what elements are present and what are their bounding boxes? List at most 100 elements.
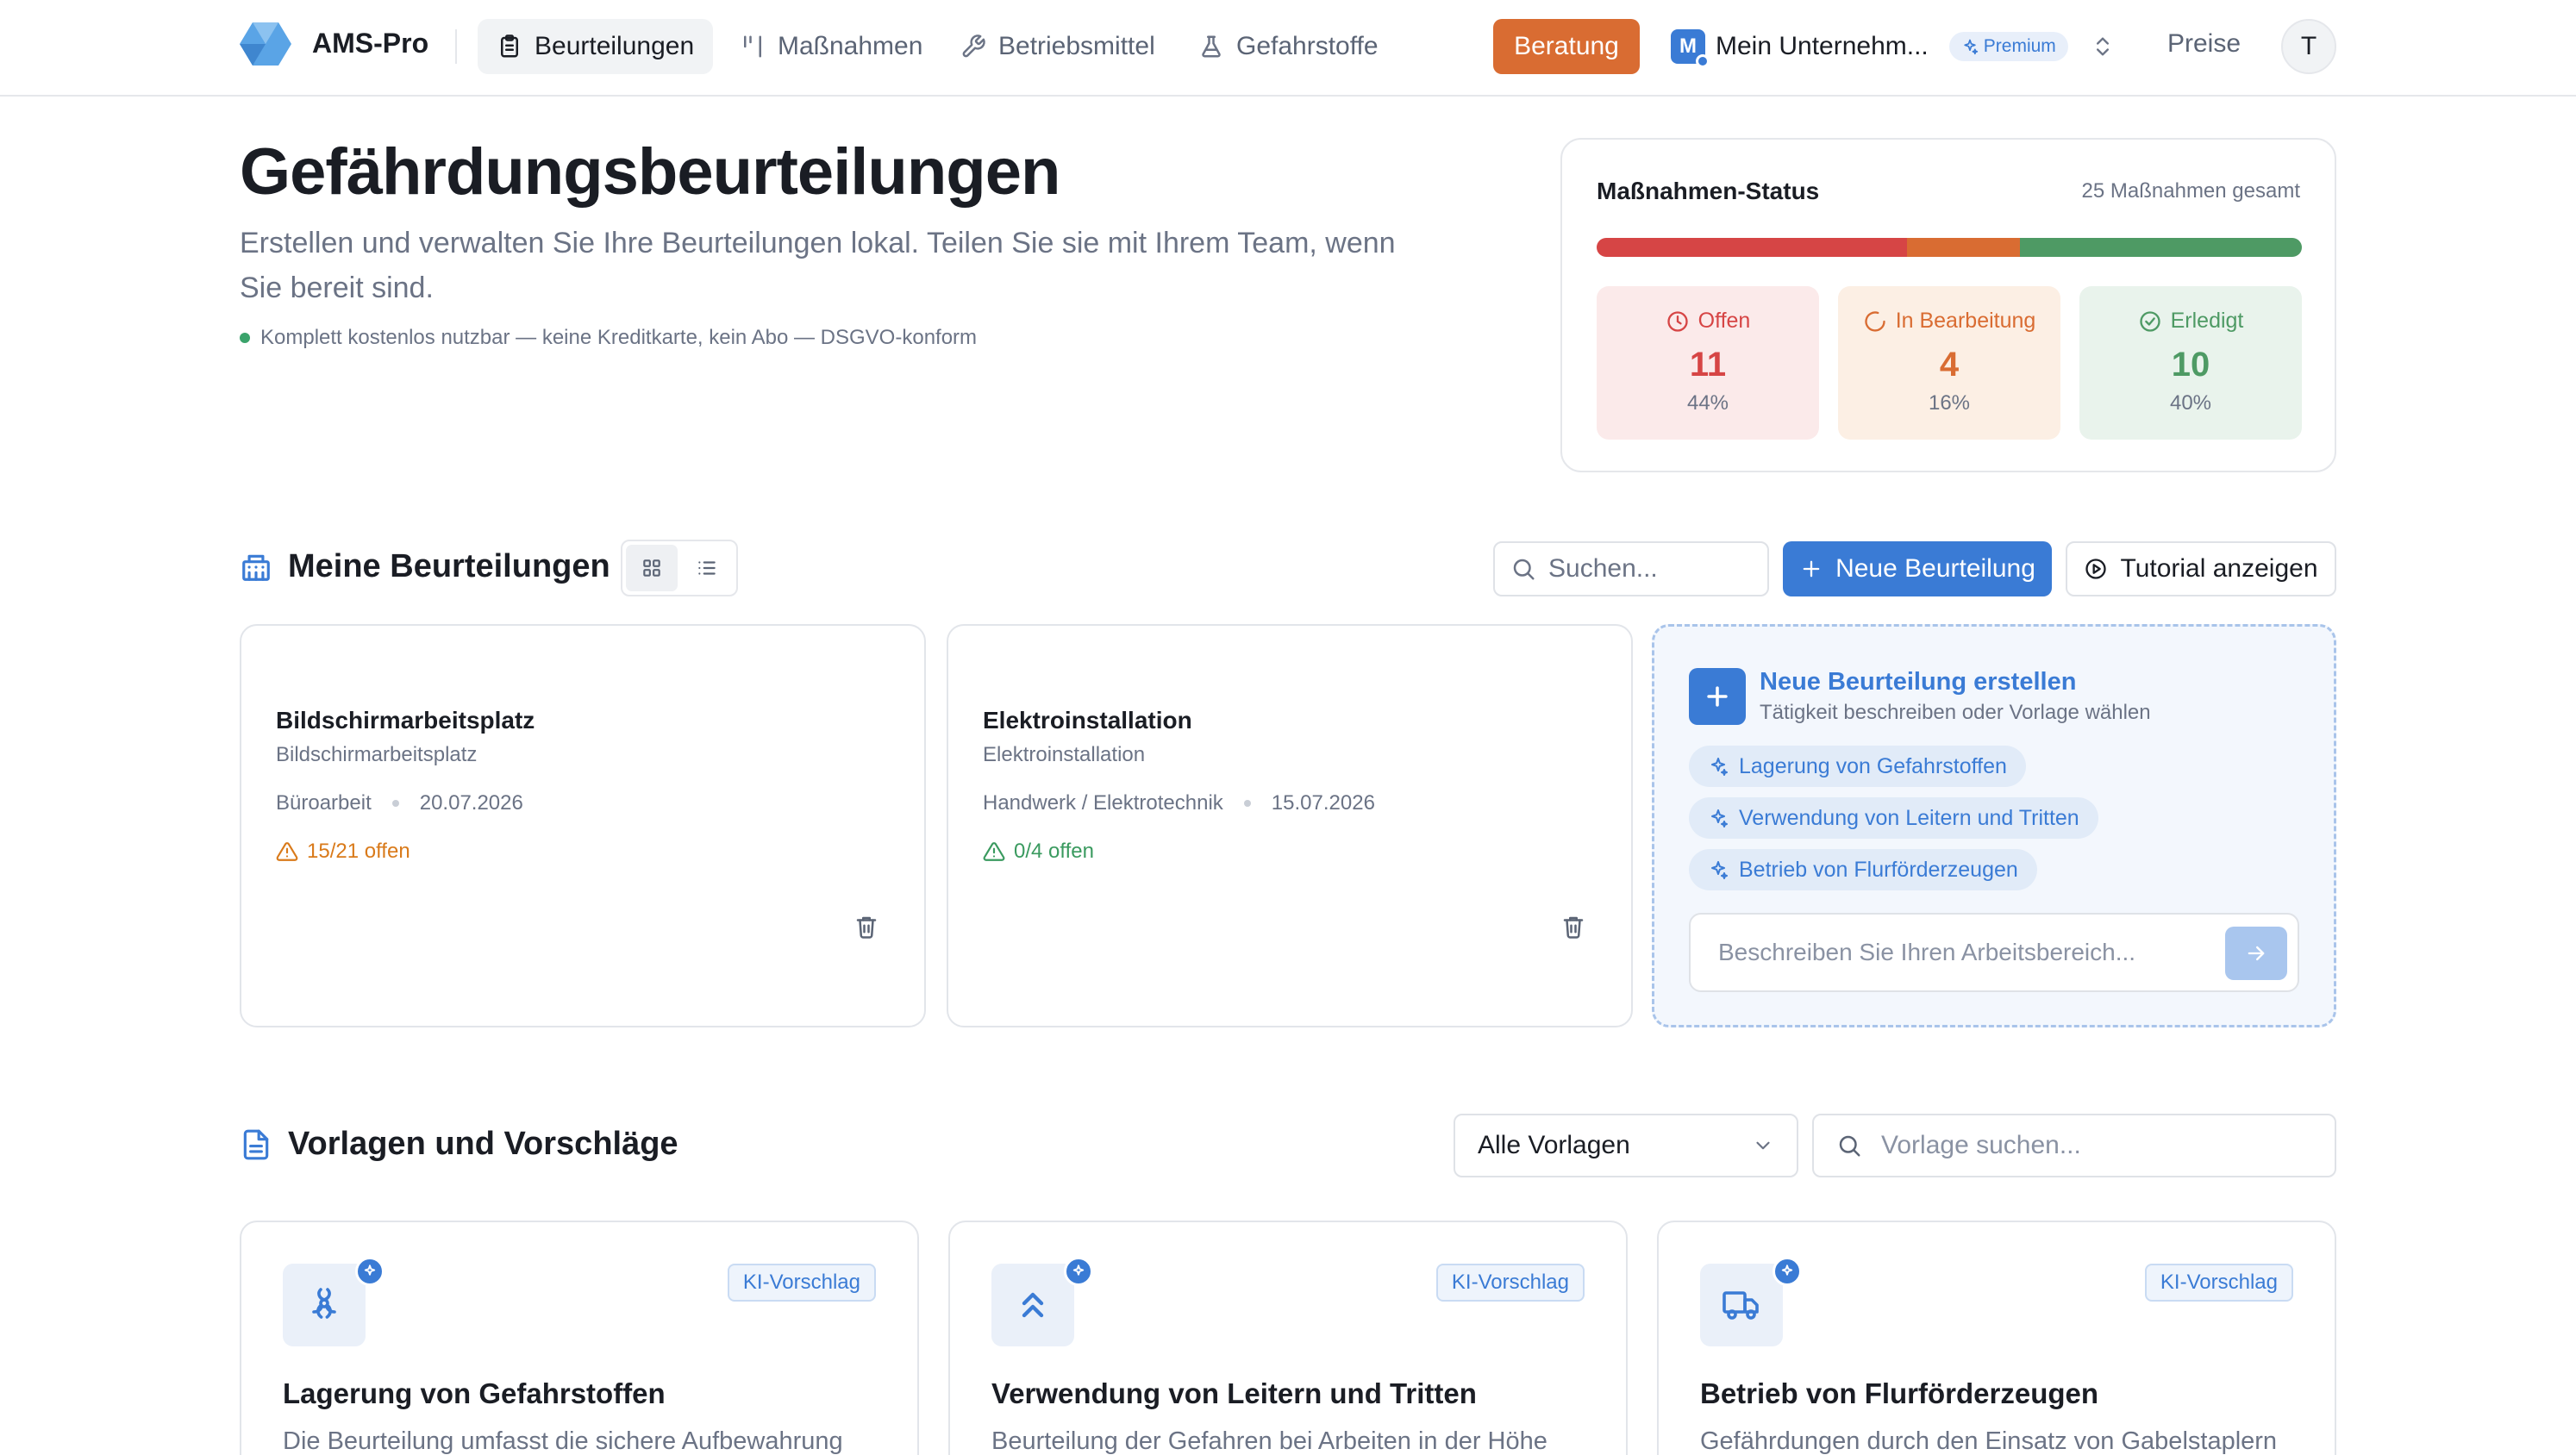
chevrons-up-icon	[1022, 1292, 1044, 1318]
sparkles-icon	[1072, 1265, 1085, 1276]
stat-erledigt[interactable]: Erledigt 10 40%	[2079, 286, 2302, 440]
sparkles-icon	[1711, 861, 1728, 879]
nav-label: Gefahrstoffe	[1236, 32, 1379, 60]
trash-icon[interactable]	[1560, 914, 1586, 940]
check-circle-icon	[2139, 310, 2160, 332]
suggestion-chip[interactable]: Verwendung von Leitern und Tritten	[1689, 797, 2098, 839]
org-status-dot	[1696, 54, 1710, 68]
plus-icon	[1803, 560, 1820, 578]
stat-count: 11	[1689, 346, 1727, 384]
templates-section-header: Vorlagen und Vorschläge	[240, 1126, 678, 1163]
list-view-button[interactable]	[681, 545, 733, 591]
biohazard-icon	[312, 1288, 336, 1319]
warning-icon	[983, 842, 1005, 861]
search-placeholder: Suchen...	[1548, 554, 1658, 583]
suggestion-chip[interactable]: Betrieb von Flurförderzeugen	[1689, 849, 2037, 890]
page-subtitle: Erstellen und verwalten Sie Ihre Beurtei…	[240, 227, 1396, 304]
template-card[interactable]: KI-Vorschlag Verwendung von Leitern und …	[948, 1221, 1628, 1455]
search-icon	[1513, 559, 1535, 580]
assessment-date: 15.07.2026	[1271, 791, 1375, 815]
org-name: Mein Unternehm...	[1716, 32, 1929, 60]
assessments-section-header: Meine Beurteilungen	[240, 548, 610, 585]
logo-icon[interactable]	[240, 21, 291, 67]
stat-percent: 40%	[2169, 391, 2212, 415]
create-plus-button[interactable]	[1689, 668, 1746, 725]
stat-label: Erledigt	[2170, 309, 2244, 333]
trash-icon[interactable]	[853, 914, 879, 940]
measures-status-card: Maßnahmen-Status 25 Maßnahmen gesamt Off…	[1560, 138, 2336, 472]
section-title: Meine Beurteilungen	[288, 548, 610, 584]
template-icon-tile	[283, 1264, 366, 1346]
template-card[interactable]: KI-Vorschlag Lagerung von Gefahrstoffen …	[240, 1221, 919, 1455]
filter-value: Alle Vorlagen	[1478, 1131, 1630, 1159]
status-total: 25 Maßnahmen gesamt	[2081, 179, 2300, 203]
assessment-search-input[interactable]: Suchen...	[1493, 541, 1769, 596]
ai-badge-dot	[1773, 1257, 1802, 1286]
nav-label: Maßnahmen	[778, 32, 923, 60]
assessment-title: Elektroinstallation	[983, 707, 1192, 734]
new-assessment-label: Neue Beurteilung	[1835, 554, 2035, 583]
sparkles-icon	[1964, 39, 1978, 55]
wrench-icon	[962, 34, 985, 58]
status-progress-bar	[1597, 238, 2302, 257]
nav-massnahmen[interactable]: Maßnahmen	[721, 19, 941, 74]
ai-badge-dot	[355, 1257, 385, 1286]
bar-segment-in-bearbeitung	[1906, 238, 2020, 257]
organization-switcher[interactable]: M Mein Unternehm... Premium	[1671, 19, 2115, 74]
section-title: Vorlagen und Vorschläge	[288, 1126, 678, 1162]
template-filter-select[interactable]: Alle Vorlagen	[1454, 1114, 1798, 1177]
template-search-input[interactable]: Vorlage suchen...	[1812, 1114, 2336, 1177]
stat-offen[interactable]: Offen 11 44%	[1597, 286, 1819, 440]
chevrons-up-down-icon[interactable]	[2091, 34, 2115, 59]
open-measures: 15/21 offen	[276, 840, 410, 864]
free-usage-text: Komplett kostenlos nutzbar — keine Kredi…	[260, 326, 978, 349]
building-icon	[242, 554, 270, 581]
pricing-link[interactable]: Preise	[2167, 29, 2241, 59]
assessment-card[interactable]: Elektroinstallation Elektroinstallation …	[947, 624, 1633, 1027]
grid-view-button[interactable]	[626, 545, 678, 591]
status-title: Maßnahmen-Status	[1597, 178, 1820, 204]
brand-name[interactable]: AMS-Pro	[312, 28, 428, 59]
loader-icon	[1865, 310, 1885, 332]
assessment-subtitle: Elektroinstallation	[983, 743, 1146, 766]
user-avatar[interactable]: T	[2281, 19, 2336, 74]
list-icon	[698, 561, 716, 575]
stat-label: Offen	[1698, 309, 1751, 333]
describe-workarea-input[interactable]: Beschreiben Sie Ihren Arbeitsbereich...	[1689, 913, 2299, 992]
stat-in-bearbeitung[interactable]: In Bearbeitung 4 16%	[1838, 286, 2060, 440]
stat-head: In Bearbeitung	[1863, 309, 2035, 334]
tutorial-button[interactable]: Tutorial anzeigen	[2066, 541, 2336, 596]
stat-percent: 44%	[1686, 391, 1729, 415]
nav-betriebsmittel[interactable]: Betriebsmittel	[941, 19, 1174, 74]
new-assessment-button[interactable]: Neue Beurteilung	[1783, 541, 2052, 596]
nav-label: Beurteilungen	[535, 32, 695, 60]
suggestion-label: Betrieb von Flurförderzeugen	[1739, 857, 2018, 882]
suggestion-label: Verwendung von Leitern und Tritten	[1739, 805, 2079, 830]
premium-badge: Premium	[1948, 32, 2068, 61]
clock-icon	[1666, 310, 1688, 332]
sparkles-icon	[364, 1265, 376, 1276]
grid-icon	[643, 559, 660, 577]
nav-gefahrstoffe[interactable]: Gefahrstoffe	[1179, 19, 1397, 74]
bar-segment-erledigt	[2019, 238, 2302, 257]
send-button[interactable]	[2225, 927, 2287, 980]
nav-beurteilungen[interactable]: Beurteilungen	[478, 19, 714, 74]
suggestion-chip[interactable]: Lagerung von Gefahrstoffen	[1689, 746, 2026, 787]
template-title: Verwendung von Leitern und Tritten	[991, 1377, 1477, 1409]
stat-count: 4	[1939, 346, 1960, 384]
beratung-button[interactable]: Beratung	[1493, 19, 1640, 74]
free-usage-note: Komplett kostenlos nutzbar — keine Kredi…	[240, 326, 977, 350]
meta-separator	[1243, 800, 1251, 807]
flask-icon	[1202, 35, 1221, 58]
template-card[interactable]: KI-Vorschlag Betrieb von Flurförderzeuge…	[1657, 1221, 2336, 1455]
ki-badge: KI-Vorschlag	[2144, 1264, 2293, 1302]
play-circle-icon	[2085, 559, 2107, 579]
sparkles-icon	[1711, 809, 1728, 827]
assessment-card[interactable]: Bildschirmarbeitsplatz Bildschirmarbeits…	[240, 624, 926, 1027]
search-icon	[1839, 1135, 1860, 1157]
template-icon-tile	[991, 1264, 1074, 1346]
ki-badge: KI-Vorschlag	[1435, 1264, 1585, 1302]
assessment-title: Bildschirmarbeitsplatz	[276, 707, 535, 734]
create-title[interactable]: Neue Beurteilung erstellen	[1760, 668, 2076, 696]
stat-count: 10	[2171, 346, 2210, 384]
